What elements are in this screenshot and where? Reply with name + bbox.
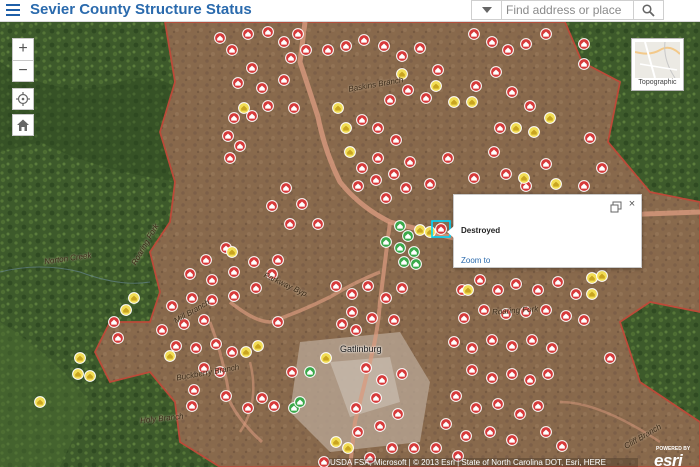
app-header: Sevier County Structure Status: [0, 0, 700, 22]
search-input[interactable]: [506, 1, 630, 19]
map-attribution: USDA FSA, Microsoft | © 2013 Esri | Stat…: [328, 458, 638, 467]
popup-title: Destroyed: [461, 226, 501, 235]
esri-logo[interactable]: POWERED BY esri: [652, 446, 698, 467]
map-view[interactable]: Norton Creek Roaring Fork Buckberry Bran…: [0, 22, 700, 467]
maximize-icon[interactable]: [610, 200, 622, 213]
search-source-dropdown[interactable]: [472, 1, 502, 19]
esri-wordmark: esri: [654, 451, 683, 467]
home-button[interactable]: [12, 114, 34, 136]
basemap-toggle[interactable]: Topographic: [631, 38, 684, 91]
basemap-thumbnail: [635, 42, 680, 78]
hamburger-icon[interactable]: [6, 2, 22, 18]
search-box: [471, 0, 664, 20]
close-icon[interactable]: ×: [626, 198, 638, 212]
popup-pointer: [447, 226, 454, 238]
search-button[interactable]: [633, 1, 663, 19]
zoom-in-button[interactable]: +: [12, 38, 34, 60]
zoom-to-link[interactable]: Zoom to: [461, 256, 490, 265]
basemap-label: Topographic: [638, 79, 677, 86]
crosshair-icon: [16, 92, 30, 106]
town-label: Gatlinburg: [340, 344, 382, 354]
feature-popup: × Destroyed Zoom to: [447, 194, 642, 268]
app-title: Sevier County Structure Status: [30, 1, 252, 18]
home-icon: [17, 119, 29, 131]
locate-button[interactable]: [12, 88, 34, 110]
zoom-out-button[interactable]: −: [12, 60, 34, 82]
magnifier-icon: [642, 4, 655, 17]
